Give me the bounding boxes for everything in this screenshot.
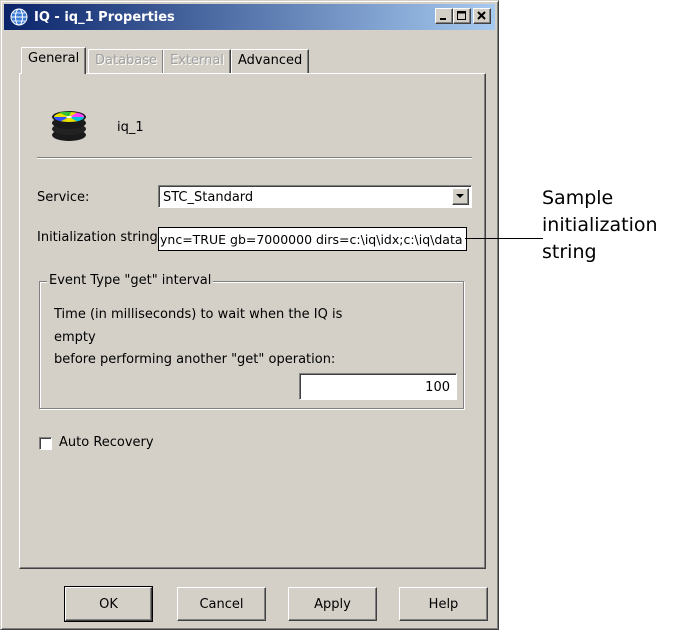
globe-icon: [10, 8, 28, 26]
dropdown-button[interactable]: [452, 188, 469, 205]
initialization-string-input[interactable]: ync=TRUE gb=7000000 dirs=c:\iq\idx;c:\iq…: [158, 227, 467, 251]
service-label: Service:: [37, 190, 90, 205]
window-title: IQ - iq_1 Properties: [34, 9, 175, 25]
service-value: STC_Standard: [163, 190, 254, 205]
interval-description-line1: Time (in milliseconds) to wait when the …: [54, 307, 343, 322]
minimize-button[interactable]: [435, 8, 453, 24]
callout-connector: [465, 238, 543, 239]
interval-description-line2: empty: [54, 330, 96, 345]
properties-dialog: IQ - iq_1 Properties General Database Ex…: [0, 0, 499, 630]
initialization-string-value: ync=TRUE gb=7000000 dirs=c:\iq\idx;c:\iq…: [160, 232, 463, 247]
chevron-down-icon: [456, 194, 464, 198]
interval-input[interactable]: 100: [299, 373, 457, 400]
queue-name: iq_1: [117, 120, 144, 135]
tab-general[interactable]: General: [21, 47, 87, 74]
minimize-icon: [440, 18, 446, 20]
tab-advanced[interactable]: Advanced: [231, 49, 310, 73]
maximize-icon: [457, 11, 466, 20]
maximize-button[interactable]: [453, 8, 471, 24]
group-title: Event Type "get" interval: [47, 273, 214, 288]
ok-button[interactable]: OK: [64, 586, 153, 622]
apply-button[interactable]: Apply: [288, 587, 377, 621]
callout-line-3: string: [542, 241, 597, 263]
tab-database: Database: [88, 49, 165, 73]
close-icon: [477, 11, 486, 20]
close-button[interactable]: [473, 8, 491, 24]
database-icon: [49, 105, 89, 143]
interval-value: 100: [425, 380, 450, 395]
interval-description-line3: before performing another "get" operatio…: [54, 352, 336, 367]
cancel-button[interactable]: Cancel: [177, 587, 266, 621]
auto-recovery-label[interactable]: Auto Recovery: [59, 435, 154, 450]
title-bar[interactable]: IQ - iq_1 Properties: [4, 4, 495, 30]
separator: [37, 157, 472, 159]
callout-line-2: initialization: [542, 214, 658, 236]
auto-recovery-checkbox[interactable]: [39, 437, 52, 450]
apply-label: Apply: [314, 596, 351, 612]
callout-text: Sample initialization string: [542, 185, 682, 266]
tab-external: External: [163, 49, 231, 73]
initialization-string-label: Initialization string:: [37, 230, 163, 245]
callout-line-1: Sample: [542, 187, 614, 209]
service-select[interactable]: STC_Standard: [158, 185, 472, 208]
help-button[interactable]: Help: [399, 587, 488, 621]
